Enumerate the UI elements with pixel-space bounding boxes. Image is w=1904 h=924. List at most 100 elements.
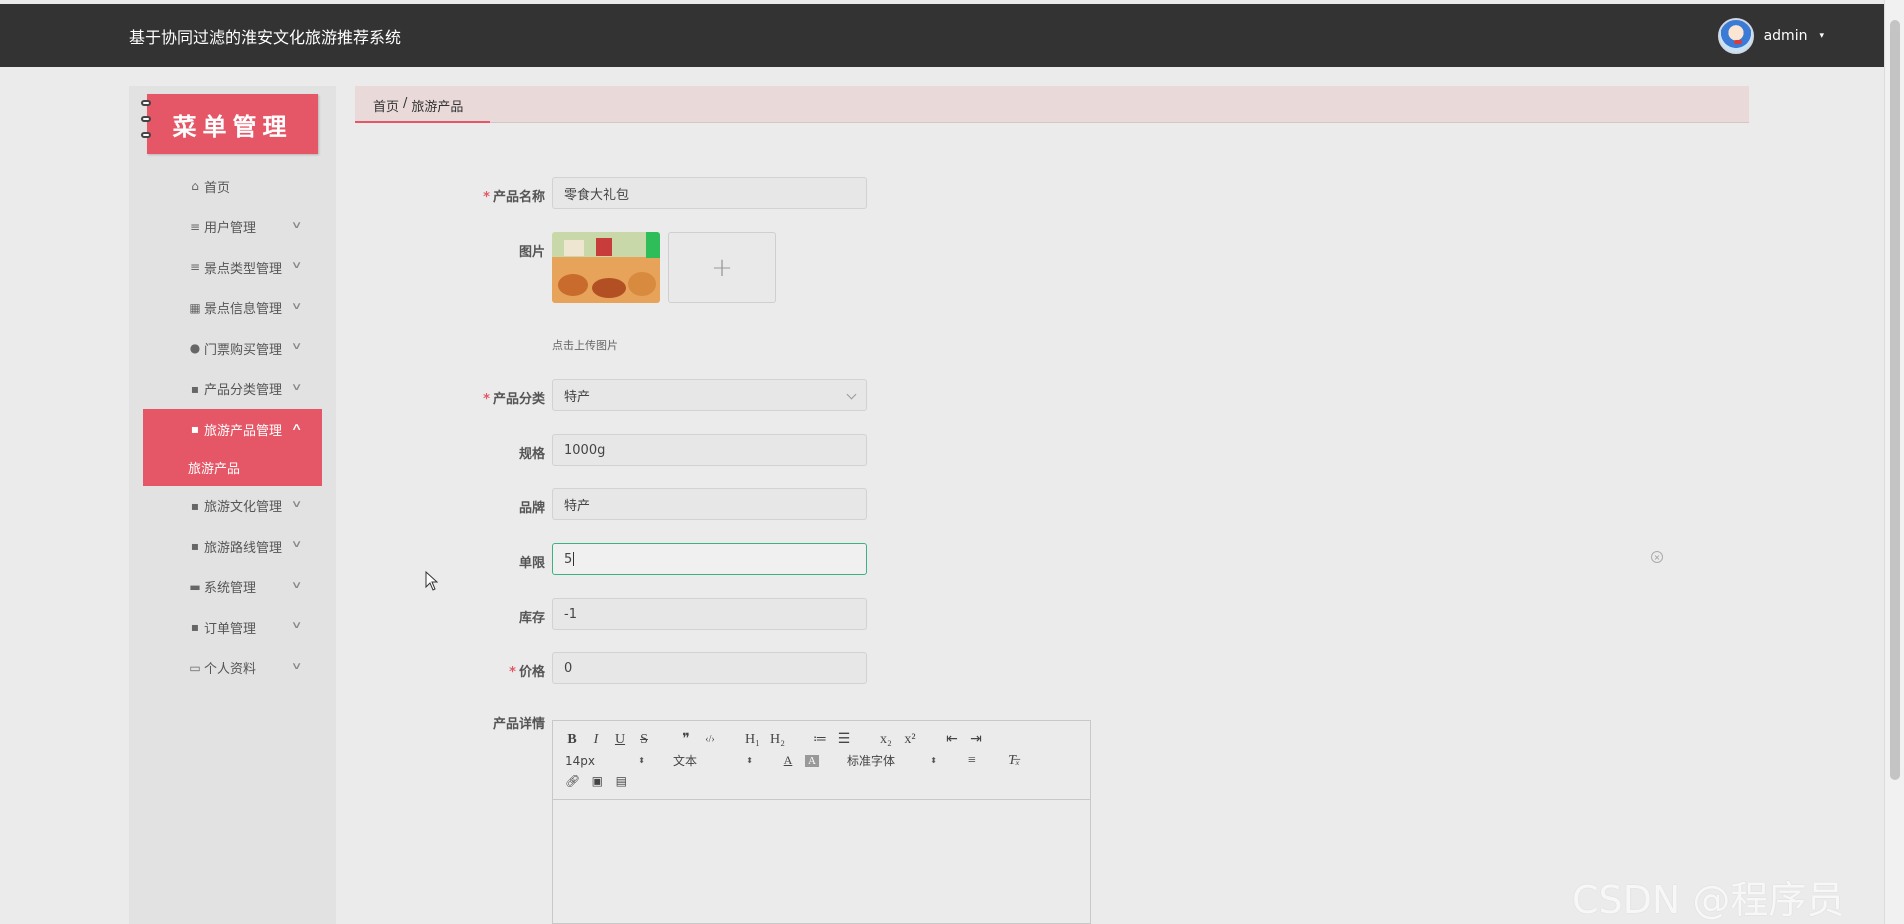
sidebar-item-label: 系统管理 (204, 581, 257, 597)
image-icon[interactable]: ▣ (590, 774, 604, 789)
sidebar-item-travel-products[interactable]: ▪ 旅游产品管理 ∧ (143, 409, 322, 450)
breadcrumb-current: 旅游产品 (411, 100, 464, 115)
superscript-button[interactable]: x² (903, 732, 917, 748)
link-icon[interactable]: 🔗︎ (565, 774, 580, 789)
apps-icon: ▪ (190, 422, 200, 437)
h1-button[interactable]: H₁ (745, 732, 760, 748)
limit-input[interactable]: 5 (552, 543, 867, 575)
required-mark: * (483, 392, 490, 407)
clear-format-icon[interactable]: T̶ₓ (1007, 753, 1021, 769)
sidebar: 菜单管理 ⌂ 首页 ≡ 用户管理 ∨ ≡ 景点类型管理 ∨ ▦ 景点信息管理 ∨… (129, 86, 336, 924)
chevron-down-icon: ∨ (290, 219, 303, 231)
sidebar-item-label: 景点类型管理 (204, 261, 283, 277)
text-caret (573, 552, 575, 566)
sidebar-item-label: 订单管理 (204, 621, 257, 637)
scrollbar-thumb[interactable] (1890, 20, 1900, 780)
ordered-list-button[interactable]: ≔ (813, 731, 827, 748)
caret-down-icon[interactable]: ▾ (1819, 31, 1824, 41)
product-image-thumbnail[interactable] (552, 232, 660, 303)
header-select-value: 文本 (673, 754, 698, 768)
category-select[interactable]: 特产 (552, 379, 867, 411)
chevron-down-icon: ∨ (290, 498, 303, 510)
header-select[interactable]: 文本 ⬍ (673, 752, 753, 769)
code-block-button[interactable]: ‹/› (703, 734, 717, 745)
product-form: * 产品名称 零食大礼包 图片 + 点击上传图片 * 产品分类 特产 规格 1000… (355, 140, 1749, 924)
category-selected-value: 特产 (564, 389, 591, 405)
chevron-down-icon: ∨ (290, 300, 303, 312)
page-scrollbar[interactable] (1884, 0, 1904, 924)
upload-hint: 点击上传图片 (552, 339, 618, 352)
apps-icon: ▪ (190, 620, 200, 635)
sidebar-item-tickets[interactable]: ● 门票购买管理 ∨ (143, 328, 322, 369)
chevron-down-icon: ∨ (290, 579, 303, 591)
menu-banner-text: 菜单管理 (172, 111, 293, 141)
editor-toolbar: B I U S ❞ ‹/› H₁ H₂ ≔ ☰ x₂ x² ⇤ ⇥ 14px ⬍… (553, 721, 1090, 800)
plus-icon: + (711, 252, 733, 283)
sidebar-item-label: 门票购买管理 (204, 342, 283, 358)
strike-button[interactable]: S (637, 732, 651, 748)
chevron-down-icon: ∨ (290, 539, 303, 550)
italic-button[interactable]: I (589, 732, 603, 748)
sidebar-item-orders[interactable]: ▪ 订单管理 ∨ (143, 607, 322, 648)
apps-icon: ▪ (190, 539, 200, 554)
chevron-down-icon: ∨ (290, 381, 303, 393)
submenu-item-travel-product[interactable]: 旅游产品 (143, 449, 322, 486)
font-color-icon[interactable]: A (781, 753, 795, 768)
subscript-button[interactable]: x₂ (879, 732, 893, 748)
blockquote-button[interactable]: ❞ (679, 731, 693, 748)
app-title: 基于协同过滤的淮安文化旅游推荐系统 (129, 28, 402, 47)
required-mark: * (483, 190, 490, 205)
sidebar-item-profile[interactable]: ▭ 个人资料 ∨ (143, 648, 322, 689)
sidebar-item-travel-routes[interactable]: ▪ 旅游路线管理 ∨ (143, 526, 322, 567)
user-menu[interactable]: admin ▾ (1717, 18, 1824, 54)
chevron-down-icon: ∨ (290, 260, 303, 271)
sidebar-item-home[interactable]: ⌂ 首页 (143, 166, 322, 207)
stock-input[interactable]: -1 (552, 598, 867, 630)
sidebar-item-product-category[interactable]: ▪ 产品分类管理 ∨ (143, 369, 322, 410)
name-label-text: 产品名称 (492, 190, 545, 205)
background-color-icon[interactable]: A (805, 754, 819, 767)
avatar[interactable] (1717, 18, 1754, 54)
font-family-select[interactable]: 标准字体 ⬍ (847, 752, 937, 769)
bullet-list-button[interactable]: ☰ (837, 731, 851, 748)
price-input[interactable]: 0 (552, 652, 867, 684)
video-icon[interactable]: ▤ (614, 774, 628, 789)
updown-icon: ⬍ (930, 756, 937, 765)
bold-button[interactable]: B (565, 732, 579, 748)
editor-content-area[interactable] (553, 800, 1090, 924)
font-size-select[interactable]: 14px ⬍ (565, 754, 645, 768)
brand-input[interactable]: 特产 (552, 488, 867, 520)
sidebar-item-scenic-types[interactable]: ≡ 景点类型管理 ∨ (143, 247, 322, 288)
apps-icon: ▪ (190, 381, 200, 396)
product-name-input[interactable]: 零食大礼包 (552, 177, 867, 209)
home-icon: ⌂ (191, 179, 199, 194)
sidebar-item-label: 产品分类管理 (204, 383, 283, 399)
user-icon: ● (189, 341, 201, 356)
chevron-down-icon: ∨ (290, 620, 303, 631)
font-size-value: 14px (565, 753, 595, 768)
sidebar-item-travel-culture[interactable]: ▪ 旅游文化管理 ∨ (143, 486, 322, 527)
outdent-button[interactable]: ⇤ (945, 731, 959, 748)
chevron-up-icon: ∧ (290, 422, 303, 433)
breadcrumb-separator: / (403, 96, 408, 111)
sidebar-item-system[interactable]: ▬ 系统管理 ∨ (143, 567, 322, 608)
name-label: * 产品名称 (355, 186, 545, 205)
required-mark: * (509, 665, 516, 680)
chevron-down-icon: ∨ (290, 660, 303, 672)
clear-icon[interactable]: × (1651, 551, 1663, 563)
underline-button[interactable]: U (613, 732, 627, 748)
breadcrumb-home[interactable]: 首页 (373, 96, 399, 115)
updown-icon: ⬍ (638, 756, 645, 765)
list-icon: ≡ (189, 219, 201, 234)
category-label-text: 产品分类 (492, 392, 545, 407)
username[interactable]: admin (1764, 28, 1808, 44)
font-family-value: 标准字体 (847, 754, 896, 768)
sidebar-item-scenic-info[interactable]: ▦ 景点信息管理 ∨ (143, 288, 322, 329)
spec-input[interactable]: 1000g (552, 434, 867, 466)
image-upload-button[interactable]: + (668, 232, 776, 303)
h2-button[interactable]: H₂ (770, 732, 785, 748)
indent-button[interactable]: ⇥ (969, 731, 983, 748)
sidebar-item-users[interactable]: ≡ 用户管理 ∨ (143, 207, 322, 248)
chevron-down-icon (846, 389, 857, 400)
align-icon[interactable]: ≡ (965, 753, 979, 769)
